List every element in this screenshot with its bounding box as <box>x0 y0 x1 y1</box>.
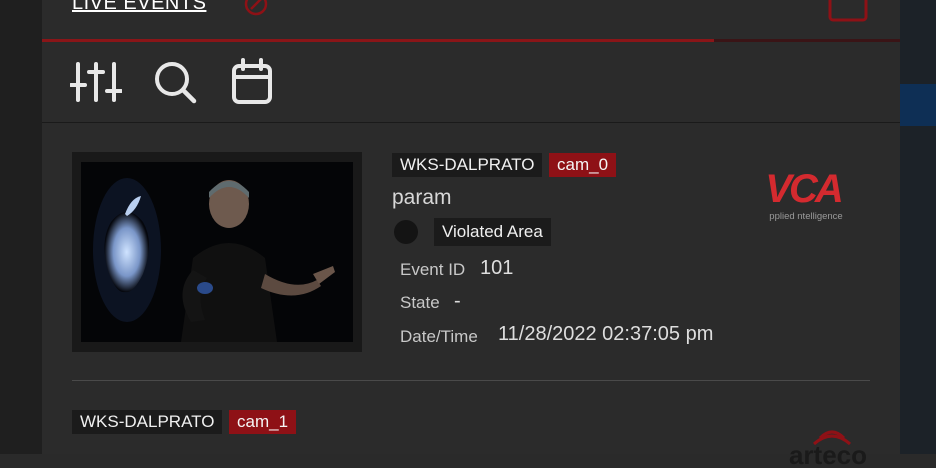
vca-logo: VCA pplied ntelligence <box>765 167 844 222</box>
live-events-title[interactable]: LIVE EVENTS <box>72 0 206 15</box>
clear-circle-icon[interactable] <box>242 0 270 18</box>
status-dot <box>394 220 418 244</box>
event-thumbnail[interactable] <box>72 152 362 352</box>
calendar-button[interactable] <box>226 58 278 106</box>
right-accent-tab[interactable] <box>900 84 936 126</box>
datetime-value: 11/28/2022 02:37:05 pm <box>498 323 714 345</box>
live-events-panel: LIVE EVENTS WKS-DALPRATO cam_0 param Vio… <box>42 0 900 466</box>
datetime-label: Date/Time <box>400 327 478 346</box>
vca-logo-tagline: pplied ntelligence <box>769 211 842 222</box>
sliders-icon <box>69 62 123 102</box>
event-type-badge: Violated Area <box>434 218 551 246</box>
search-icon <box>155 62 197 104</box>
event-param: param <box>392 186 452 209</box>
host-badge: WKS-DALPRATO <box>392 153 543 177</box>
filters-button[interactable] <box>69 58 123 106</box>
calendar-icon <box>232 58 272 104</box>
events-toolbar <box>42 42 900 123</box>
event-id-label: Event ID <box>400 260 466 279</box>
camera-badge: cam_1 <box>229 410 297 434</box>
search-button[interactable] <box>148 58 200 106</box>
left-gutter <box>0 0 42 454</box>
right-gutter <box>900 0 936 454</box>
event-id-value: 101 <box>480 257 514 279</box>
arteco-logo-text: arteco <box>789 440 867 466</box>
snapshot-image <box>81 162 353 342</box>
event-card[interactable]: WKS-DALPRATO cam_1 arteco <box>72 408 870 468</box>
event-card[interactable]: WKS-DALPRATO cam_0 param Violated Area E… <box>72 152 870 382</box>
host-badge: WKS-DALPRATO <box>72 410 223 434</box>
arteco-logo: arteco <box>789 430 867 466</box>
camera-badge: cam_0 <box>549 153 617 177</box>
vca-logo-text: VCA <box>765 167 841 211</box>
state-label: State <box>400 293 440 312</box>
event-divider <box>72 380 870 381</box>
panel-header: LIVE EVENTS <box>42 0 900 42</box>
window-icon[interactable] <box>826 0 870 22</box>
state-value: - <box>454 290 461 312</box>
